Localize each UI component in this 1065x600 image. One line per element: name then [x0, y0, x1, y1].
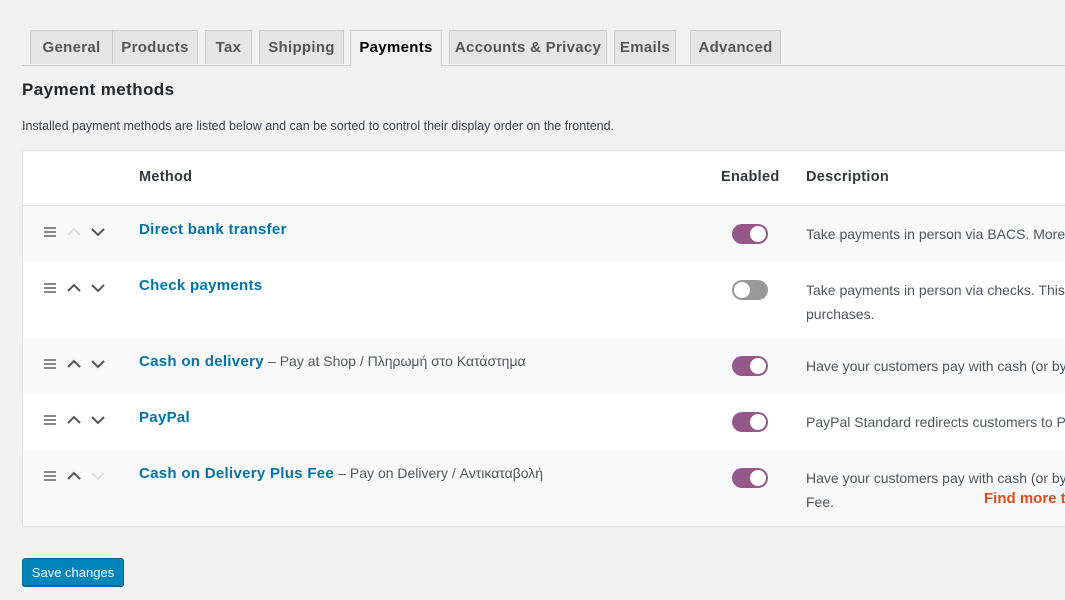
move-down-icon[interactable] [91, 471, 105, 481]
method-link[interactable]: Cash on delivery [139, 353, 264, 370]
method-link[interactable]: Cash on Delivery Plus Fee [139, 465, 334, 482]
method-name-cell: Cash on Delivery Plus Fee – Pay on Deliv… [139, 465, 543, 482]
enabled-toggle[interactable] [732, 224, 768, 244]
method-description: Take payments in person via BACS. More c [806, 222, 1065, 246]
payment-methods-table: Method Enabled Description Direct bank t… [22, 150, 1065, 527]
method-name-cell: Check payments [139, 277, 262, 294]
description-text: Have your customers pay with cash (or by [806, 358, 1065, 374]
drag-handle-icon[interactable] [44, 471, 56, 483]
tab-shipping[interactable]: Shipping [259, 30, 344, 64]
column-header-enabled: Enabled [721, 169, 780, 185]
table-row: PayPal PayPal Standard redirects custome… [23, 394, 1065, 450]
method-description: PayPal Standard redirects customers to P [806, 410, 1065, 434]
description-text: Take payments in person via checks. This… [806, 282, 1065, 298]
drag-handle-icon[interactable] [44, 283, 56, 295]
enabled-toggle[interactable] [732, 468, 768, 488]
tab-products[interactable]: Products [112, 30, 198, 64]
section-description: Installed payment methods are listed bel… [22, 119, 615, 133]
method-link[interactable]: PayPal [139, 409, 190, 426]
description-text-line2: purchases. [806, 306, 875, 322]
tab-advanced[interactable]: Advanced [690, 30, 781, 64]
method-subtitle: – Pay at Shop / Πληρωμή στο Κατάστημα [268, 353, 526, 369]
method-description: Take payments in person via checks. This… [806, 278, 1065, 326]
tab-accounts-privacy[interactable]: Accounts & Privacy [449, 30, 607, 64]
move-down-icon[interactable] [91, 415, 105, 425]
move-up-icon[interactable] [67, 415, 81, 425]
table-row: Check payments Take payments in person v… [23, 262, 1065, 338]
method-description: Have your customers pay with cash (or by [806, 354, 1065, 378]
move-down-icon[interactable] [91, 283, 105, 293]
tab-emails[interactable]: Emails [614, 30, 676, 64]
enabled-toggle[interactable] [732, 356, 768, 376]
table-row: Cash on delivery – Pay at Shop / Πληρωμή… [23, 338, 1065, 394]
page-title: Payment methods [22, 80, 175, 99]
settings-tabs: General Products Tax Shipping Payments A… [22, 30, 1065, 66]
save-changes-button[interactable]: Save changes [22, 558, 124, 586]
toggle-knob [734, 282, 750, 298]
method-link[interactable]: Check payments [139, 277, 262, 294]
column-header-description: Description [806, 169, 890, 185]
drag-handle-icon[interactable] [44, 415, 56, 427]
table-row: Cash on Delivery Plus Fee – Pay on Deliv… [23, 450, 1065, 526]
table-row: Direct bank transfer Take payments in pe… [23, 206, 1065, 262]
move-up-icon[interactable] [67, 471, 81, 481]
method-name-cell: PayPal [139, 409, 190, 426]
move-up-icon[interactable] [67, 227, 81, 237]
find-more-link[interactable]: Find more th [984, 490, 1065, 507]
method-name-cell: Cash on delivery – Pay at Shop / Πληρωμή… [139, 353, 526, 370]
move-up-icon[interactable] [67, 283, 81, 293]
move-up-icon[interactable] [67, 359, 81, 369]
enabled-toggle[interactable] [732, 280, 768, 300]
table-header: Method Enabled Description [23, 151, 1065, 206]
move-down-icon[interactable] [91, 359, 105, 369]
toggle-knob [750, 470, 766, 486]
method-name-cell: Direct bank transfer [139, 221, 287, 238]
enabled-toggle[interactable] [732, 412, 768, 432]
method-subtitle: – Pay on Delivery / Αντικαταβολή [338, 465, 544, 481]
move-down-icon[interactable] [91, 227, 105, 237]
toggle-knob [750, 414, 766, 430]
tab-tax[interactable]: Tax [205, 30, 252, 64]
drag-handle-icon[interactable] [44, 227, 56, 239]
description-text: Take payments in person via BACS. More c [806, 226, 1065, 242]
toggle-knob [750, 358, 766, 374]
drag-handle-icon[interactable] [44, 359, 56, 371]
column-header-method: Method [139, 169, 193, 185]
method-link[interactable]: Direct bank transfer [139, 221, 287, 238]
description-text: Have your customers pay with cash (or by [806, 470, 1065, 486]
description-text: PayPal Standard redirects customers to P [806, 414, 1065, 430]
description-text-line2: Fee. [806, 494, 835, 510]
tab-payments[interactable]: Payments [350, 30, 442, 66]
tab-general[interactable]: General [30, 30, 113, 64]
toggle-knob [750, 226, 766, 242]
